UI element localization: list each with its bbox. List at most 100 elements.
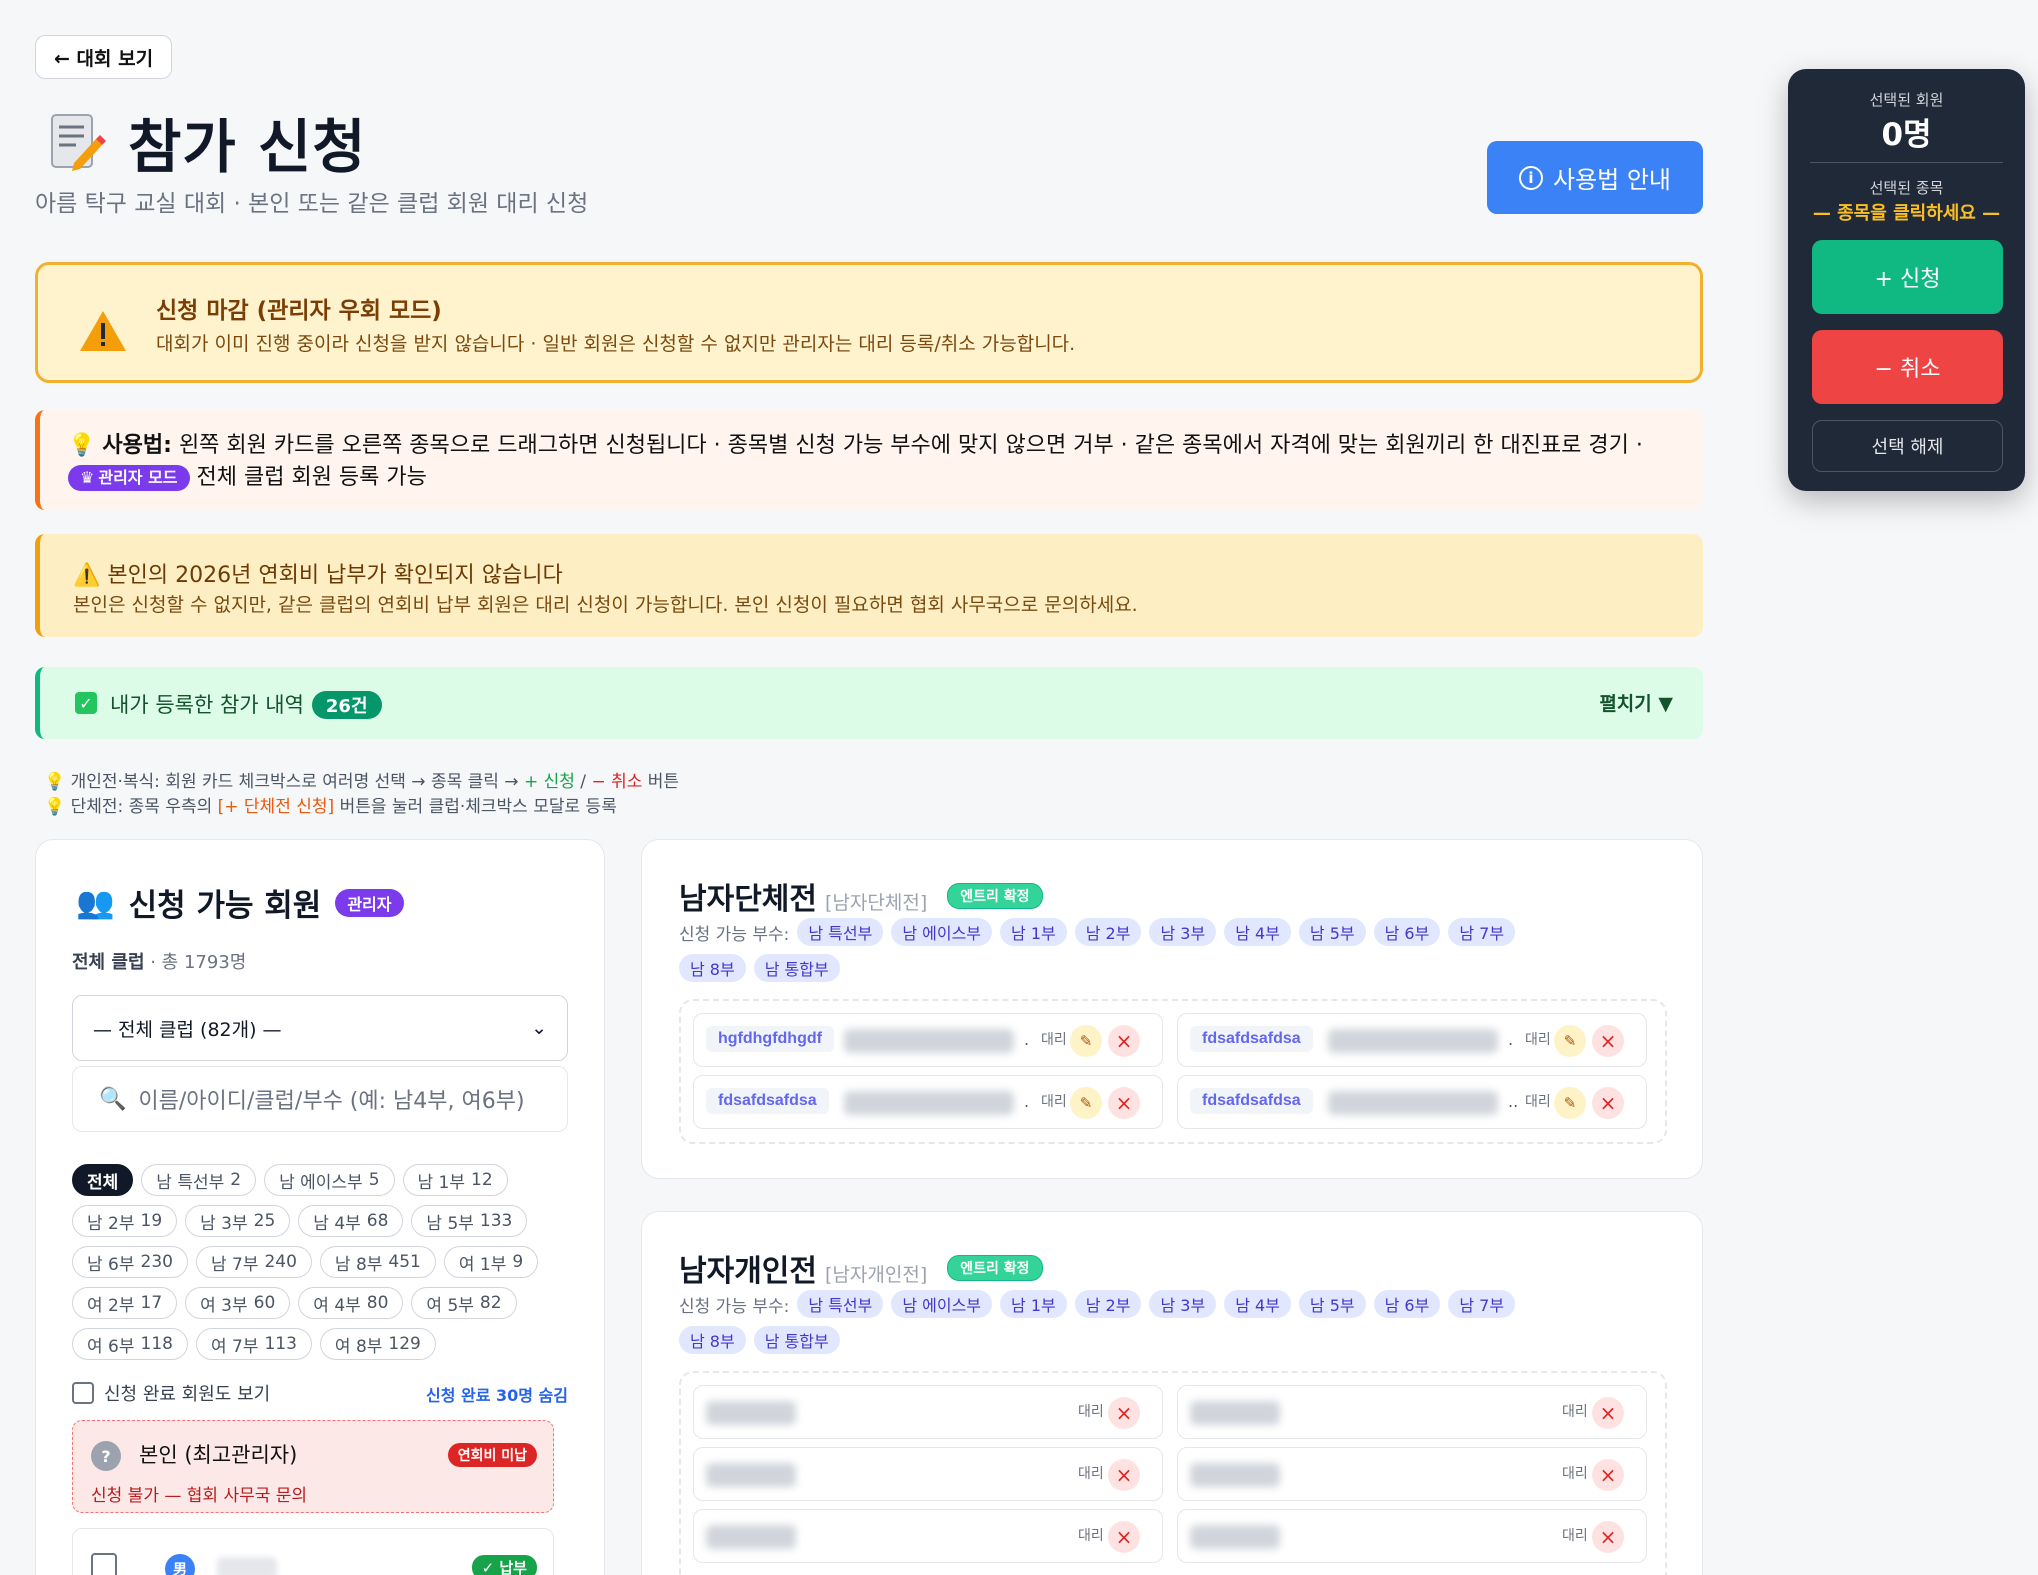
admin-mode-badge: ♛ 관리자 모드 [68, 465, 190, 491]
division-chip: 남 6부 [1373, 1290, 1441, 1318]
division-filter-chip[interactable]: 남 에이스부 5 [264, 1164, 395, 1196]
division-filter-chip[interactable]: 남 5부 133 [411, 1205, 528, 1237]
edit-icon[interactable]: ✎ [1554, 1025, 1586, 1057]
entry-card[interactable]: 대리 × [693, 1447, 1163, 1501]
check-icon: ✓ [75, 692, 97, 714]
club-select[interactable]: — 전체 클럽 (82개) — ⌄ [72, 995, 568, 1061]
entry-card[interactable]: hgfdhgfdhgdf. 대리 ✎ × [693, 1013, 1163, 1067]
division-chip: 남 에이스부 [891, 918, 993, 946]
dues-title: ⚠️ 본인의 2026년 연회비 납부가 확인되지 않습니다 [73, 563, 563, 588]
division-chip: 남 에이스부 [891, 1290, 993, 1318]
division-filter-chip[interactable]: 여 7부 113 [195, 1328, 312, 1360]
division-count: 80 [366, 1293, 389, 1313]
entry-card[interactable]: fdsafdsafdsa. 대리 ✎ × [1177, 1013, 1647, 1067]
remove-icon[interactable]: × [1108, 1397, 1140, 1429]
remove-icon[interactable]: × [1108, 1025, 1140, 1057]
division-filter-chip[interactable]: 남 2부 19 [72, 1205, 178, 1237]
blurred-name [1190, 1525, 1280, 1549]
remove-icon[interactable]: × [1592, 1087, 1624, 1119]
division-chip: 남 특선부 [797, 918, 884, 946]
division-count: 19 [140, 1211, 163, 1231]
blurred-name [1328, 1029, 1498, 1053]
division-chip: 남 특선부 [797, 1290, 884, 1318]
entry-card[interactable]: fdsafdsafdsa. 대리 ✎ × [693, 1075, 1163, 1129]
blurred-name [844, 1091, 1014, 1115]
usage-prefix: 사용법: [102, 433, 172, 458]
remove-icon[interactable]: × [1592, 1521, 1624, 1553]
entry-card[interactable]: 대리 × [693, 1385, 1163, 1439]
event-card-single[interactable]: 남자개인전 [남자개인전] 엔트리 확정 신청 가능 부수: 남 특선부 남 에이스… [641, 1211, 1703, 1575]
people-icon: 👥 [76, 885, 115, 921]
entry-card[interactable]: 대리 × [693, 1509, 1163, 1563]
division-filter-chip[interactable]: 여 4부 80 [298, 1287, 404, 1319]
back-button[interactable]: ← 대회 보기 [35, 35, 173, 79]
usage-body: 왼쪽 회원 카드를 오른쪽 종목으로 드래그하면 신청됩니다 · 종목별 신청 … [178, 433, 1643, 458]
division-count: 9 [512, 1252, 524, 1272]
edit-icon[interactable]: ✎ [1070, 1025, 1102, 1057]
remove-icon[interactable]: × [1108, 1459, 1140, 1491]
cancel-button[interactable]: − 취소 [1812, 330, 2003, 404]
division-filter-chip[interactable]: 여 3부 60 [185, 1287, 291, 1319]
remove-icon[interactable]: × [1592, 1397, 1624, 1429]
guide-button[interactable]: i 사용법 안내 [1487, 141, 1703, 214]
division-filter-chip[interactable]: 남 8부 451 [319, 1246, 436, 1278]
page-title: 참가 신청 [44, 100, 367, 184]
division-filter-chip[interactable]: 남 7부 240 [195, 1246, 312, 1278]
division-filter-chip[interactable]: 남 6부 230 [72, 1246, 188, 1278]
member-card[interactable]: 男 ✓ 납부 [72, 1528, 554, 1575]
members-panel-title: 👥 신청 가능 회원 관리자 [76, 880, 404, 925]
remove-icon[interactable]: × [1592, 1025, 1624, 1057]
division-chip: 남 6부 [1373, 918, 1441, 946]
remove-icon[interactable]: × [1108, 1521, 1140, 1553]
division-count: 451 [388, 1252, 421, 1272]
memo-icon [44, 111, 106, 173]
edit-icon[interactable]: ✎ [1554, 1087, 1586, 1119]
selected-members-label: 선택된 회원 [1869, 91, 1944, 109]
division-filter-chip[interactable]: 여 6부 118 [72, 1328, 188, 1360]
division-label: 여 1부 [458, 1254, 507, 1275]
division-filter-chip[interactable]: 남 4부 68 [298, 1205, 404, 1237]
done-hidden-link[interactable]: 신청 완료 30명 숨김 [426, 1382, 568, 1406]
member-checkbox[interactable] [91, 1553, 117, 1575]
edit-icon[interactable]: ✎ [1070, 1087, 1102, 1119]
dues-alert: ⚠️ 본인의 2026년 연회비 납부가 확인되지 않습니다 본인은 신청할 수… [35, 534, 1703, 637]
lightbulb-icon: 💡 [68, 433, 96, 458]
show-done-checkbox[interactable] [72, 1382, 94, 1404]
entry-card[interactable]: 대리 × [1177, 1447, 1647, 1501]
division-filter-chip[interactable]: 여 8부 129 [319, 1328, 436, 1360]
division-count: 240 [264, 1252, 297, 1272]
division-filter-chip[interactable]: 전체 [72, 1164, 134, 1196]
warning-icon [78, 309, 128, 357]
division-filter-chip[interactable]: 남 특선부 2 [141, 1164, 257, 1196]
member-search-input[interactable]: 🔍 이름/아이디/클럽/부수 (예: 남4부, 여6부) [72, 1066, 568, 1132]
apply-button[interactable]: + 신청 [1812, 240, 2003, 314]
event-card-team[interactable]: 남자단체전 [남자단체전] 엔트리 확정 신청 가능 부수: 남 특선부 남 에이스… [641, 839, 1703, 1179]
division-chip: 남 8부 [679, 954, 746, 982]
division-list: 신청 가능 부수: 남 특선부 남 에이스부 남 1부 남 2부 남 3부 남 4부 남 5부… [679, 1290, 1579, 1354]
division-chip: 남 1부 [1000, 1290, 1067, 1318]
selection-panel: 선택된 회원 0명 선택된 종목 — 종목을 클릭하세요 — + 신청 − 취소… [1788, 69, 2025, 491]
event-title: 남자개인전 [남자개인전] 엔트리 확정 [679, 1246, 1043, 1290]
division-filter-chip[interactable]: 여 5부 82 [411, 1287, 517, 1319]
page-subtitle: 아름 탁구 교실 대회 · 본인 또는 같은 클럽 회원 대리 신청 [35, 191, 589, 217]
warning-icon: ⚠️ [73, 563, 101, 588]
expand-toggle[interactable]: 펼치기 ▼ [1599, 689, 1673, 716]
division-label: 남 에이스부 [279, 1172, 363, 1193]
show-done-toggle[interactable]: 신청 완료 회원도 보기 [72, 1380, 270, 1406]
entry-card[interactable]: fdsafdsafdsa.. 대리 ✎ × [1177, 1075, 1647, 1129]
clear-selection-button[interactable]: 선택 해제 [1812, 420, 2003, 472]
remove-icon[interactable]: × [1108, 1087, 1140, 1119]
status-badge: 엔트리 확정 [947, 883, 1043, 909]
my-entries-bar[interactable]: ✓ 내가 등록한 참가 내역 26건 펼치기 ▼ [35, 667, 1703, 739]
entry-card[interactable]: 대리 × [1177, 1385, 1647, 1439]
remove-icon[interactable]: × [1592, 1459, 1624, 1491]
division-filter-chip[interactable]: 남 3부 25 [185, 1205, 291, 1237]
division-list: 신청 가능 부수: 남 특선부 남 에이스부 남 1부 남 2부 남 3부 남 4부 남 5부… [679, 918, 1579, 982]
division-chip: 남 2부 [1074, 1290, 1142, 1318]
division-filter-chip[interactable]: 여 1부 9 [443, 1246, 539, 1278]
division-filter-chip[interactable]: 여 2부 17 [72, 1287, 178, 1319]
guide-button-label: 사용법 안내 [1552, 166, 1672, 194]
blurred-name [1190, 1463, 1280, 1487]
division-filter-chip[interactable]: 남 1부 12 [402, 1164, 508, 1196]
entry-card[interactable]: 대리 × [1177, 1509, 1647, 1563]
